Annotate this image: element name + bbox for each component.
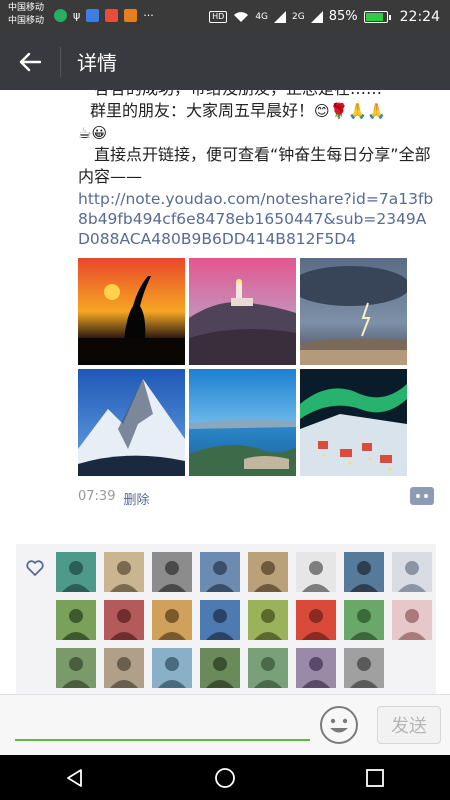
signal-1-label: 4G <box>255 11 269 22</box>
post-meta: 07:39 删除 <box>78 489 149 508</box>
carrier-1: 中国移动 <box>8 3 45 13</box>
carrier-2: 中国移动 <box>8 16 45 26</box>
post-emojis: ☕😀 <box>78 124 108 142</box>
liker-avatar[interactable] <box>56 648 96 688</box>
app-notification-icon <box>54 9 67 22</box>
likes-panel <box>16 544 436 694</box>
photo-lightning-storm[interactable] <box>300 258 407 365</box>
title-divider <box>60 46 61 77</box>
liker-avatar[interactable] <box>344 648 384 688</box>
liker-avatar[interactable] <box>248 552 288 592</box>
clock: 22:24 <box>399 8 440 25</box>
comment-input-bar: 发送 <box>0 694 450 755</box>
liker-avatar[interactable] <box>152 552 192 592</box>
title-bar: 详情 <box>0 33 450 90</box>
nav-back-button[interactable] <box>45 755 105 800</box>
signal-2-icon <box>310 10 323 23</box>
wifi-icon <box>234 11 249 22</box>
liker-avatar[interactable] <box>152 648 192 688</box>
android-nav-bar <box>0 755 450 800</box>
liker-avatar[interactable] <box>200 600 240 640</box>
post-link[interactable]: http://note.youdao.com/noteshare?id=7a13… <box>78 189 438 249</box>
triangle-back-icon <box>67 768 82 787</box>
photo-lighthouse[interactable] <box>189 258 296 365</box>
liker-avatar[interactable] <box>344 600 384 640</box>
liker-avatar[interactable] <box>104 552 144 592</box>
screen: 中国移动 中国移动 ψ ··· HD 4G 2G 85% 22:24 详情 群里… <box>0 0 450 800</box>
battery-percent: 85% <box>328 9 358 24</box>
photo-aurora-village[interactable] <box>300 369 407 476</box>
liker-avatar[interactable] <box>104 648 144 688</box>
post-text: 各各的成功，带给没朋友，正总是在…… 群里的朋友：大家周五早晨好！😊🌹🙏🙏 ☕😀… <box>78 90 438 249</box>
liker-avatar[interactable] <box>392 600 432 640</box>
more-notifications-icon: ··· <box>143 9 154 22</box>
post-greeting: 群里的朋友：大家周五早晨好！😊🌹🙏🙏 <box>78 100 438 122</box>
page-title: 详情 <box>77 51 117 75</box>
liker-avatar[interactable] <box>152 600 192 640</box>
post-line-cut: 各各的成功，带给没朋友，正总是在…… <box>78 90 438 100</box>
emoji-button[interactable] <box>319 705 359 745</box>
signal-2-label: 2G <box>292 11 305 22</box>
square-recents-icon <box>366 768 384 787</box>
message-icon <box>86 9 100 22</box>
send-button[interactable]: 发送 <box>377 706 441 744</box>
liker-avatar[interactable] <box>344 552 384 592</box>
liker-avatar[interactable] <box>248 600 288 640</box>
heart-icon <box>26 560 44 576</box>
liker-avatar[interactable] <box>56 600 96 640</box>
post-body: 直接点开链接，便可查看“钟奋生每日分享”全部内容—— <box>78 145 431 186</box>
comment-button[interactable] <box>410 487 434 505</box>
carrier-labels: 中国移动 中国移动 <box>8 2 44 28</box>
status-bar: 中国移动 中国移动 ψ ··· HD 4G 2G 85% 22:24 <box>0 0 450 33</box>
liker-avatar[interactable] <box>296 552 336 592</box>
photo-grid <box>78 258 410 476</box>
liker-avatar[interactable] <box>248 648 288 688</box>
comment-dot-icon <box>424 494 428 498</box>
liker-avatar[interactable] <box>296 600 336 640</box>
greeting-emojis: 😊🌹🙏🙏 <box>314 102 386 120</box>
battery-icon <box>363 10 391 23</box>
post-time: 07:39 <box>78 489 116 504</box>
greeting-text: 群里的朋友：大家周五早晨好！ <box>90 101 315 120</box>
comment-dot-icon <box>416 494 420 498</box>
delete-link[interactable]: 删除 <box>123 489 149 508</box>
liker-avatar[interactable] <box>296 648 336 688</box>
battery-fill <box>365 12 383 21</box>
post-detail: 各各的成功，带给没朋友，正总是在…… 群里的朋友：大家周五早晨好！😊🌹🙏🙏 ☕😀… <box>0 90 450 694</box>
liker-avatar[interactable] <box>200 552 240 592</box>
hd-badge: HD <box>209 10 228 23</box>
liker-avatar[interactable] <box>200 648 240 688</box>
comment-input[interactable] <box>15 705 310 741</box>
liker-avatars <box>56 552 432 688</box>
nav-recents-button[interactable] <box>345 755 405 800</box>
liker-avatar[interactable] <box>392 552 432 592</box>
photo-snow-mountain[interactable] <box>78 369 185 476</box>
signal-1-icon <box>274 10 287 23</box>
circle-home-icon <box>215 767 235 788</box>
liker-avatar[interactable] <box>56 552 96 592</box>
video-app-icon <box>105 9 119 22</box>
notification-icons: ψ ··· <box>54 9 154 22</box>
photo-sunset-heron[interactable] <box>78 258 185 365</box>
back-arrow-icon <box>19 52 41 71</box>
liker-avatar[interactable] <box>104 600 144 640</box>
usb-icon: ψ <box>73 9 81 22</box>
status-right: HD 4G 2G 85% 22:24 <box>209 0 440 33</box>
player-icon <box>124 9 138 22</box>
photo-lake-town[interactable] <box>189 369 296 476</box>
nav-home-button[interactable] <box>195 755 255 800</box>
back-button[interactable] <box>0 33 60 90</box>
